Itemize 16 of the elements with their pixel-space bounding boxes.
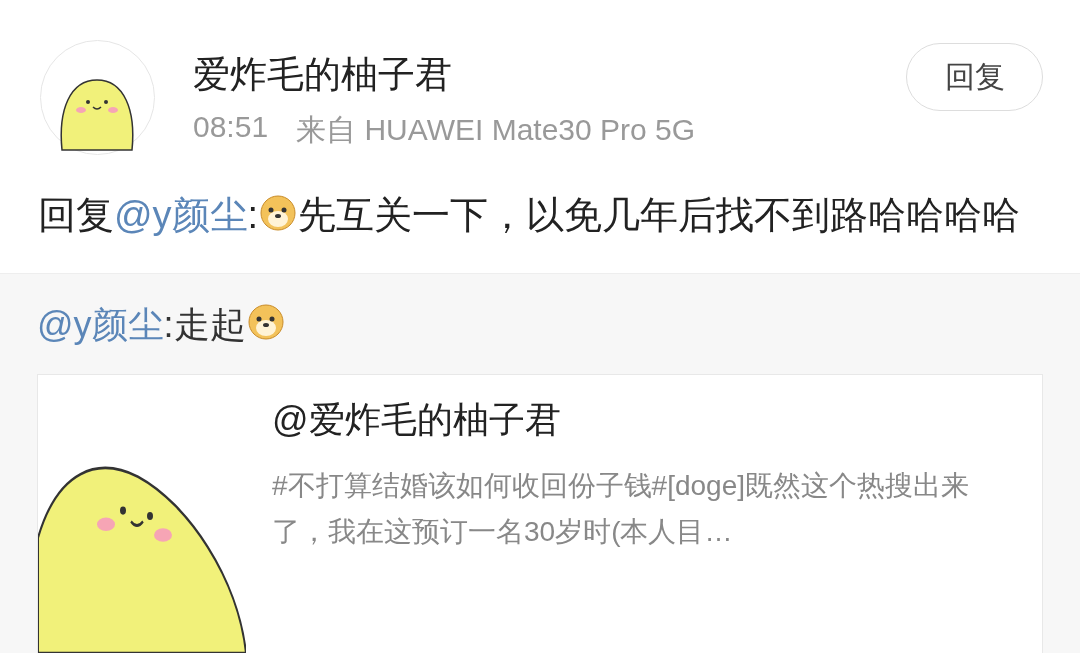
mention-link[interactable]: @y颜尘 [114,194,248,236]
avatar-drawing[interactable] [40,40,155,155]
post-text: 回复 [38,194,114,236]
mention-link[interactable]: @y颜尘 [37,304,164,345]
post-source: 来自 HUAWEI Mate30 Pro 5G [296,112,696,148]
dog-emoji-icon [245,301,286,341]
post-time: 08:51 [193,110,269,145]
card-description: #不打算结婚该如何收回份子钱#[doge]既然这个热搜出来了，我在这预订一名30岁时(本人目… [272,469,970,549]
reply-button[interactable]: 回复 [906,43,1043,111]
card-title: @爱炸毛的柚子君 [272,398,562,442]
post-text: : [247,194,259,236]
dog-emoji-icon [258,192,299,232]
author-name[interactable]: 爱炸毛的柚子君 [193,50,906,100]
post-text: 先互关一下，以免几年后找不到路哈哈哈哈 [298,194,1021,236]
link-card[interactable]: @爱炸毛的柚子君 #不打算结婚该如何收回份子钱#[doge]既然这个热搜出来了，我在这预订一名30岁时(本人目… [37,374,1043,653]
quoted-text: :走起 [163,304,246,345]
